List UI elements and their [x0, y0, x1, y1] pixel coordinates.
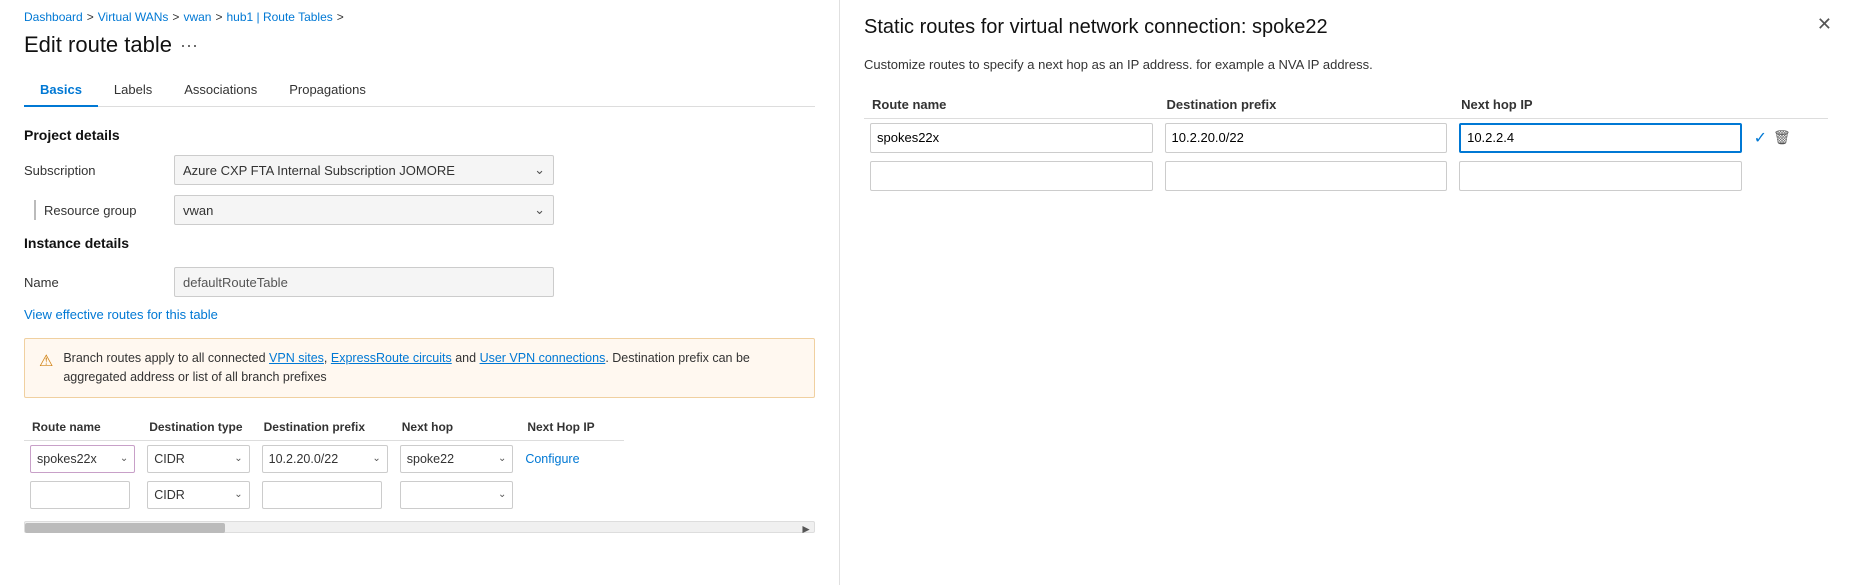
static-next-hop-ip-1[interactable] — [1459, 123, 1742, 153]
subscription-chevron-icon: ⌄ — [534, 162, 545, 178]
resource-group-row: Resource group vwan ⌄ — [24, 195, 815, 225]
tab-propagations[interactable]: Propagations — [273, 74, 382, 107]
next-hop-chevron-icon-1: ⌄ — [498, 453, 506, 464]
instance-details-header: Instance details — [24, 235, 815, 251]
static-table-row — [864, 157, 1828, 195]
more-options-button[interactable]: ··· — [180, 35, 198, 56]
project-details-header: Project details — [24, 127, 815, 143]
dest-type-value-2: CIDR — [154, 488, 230, 502]
tab-labels[interactable]: Labels — [98, 74, 168, 107]
dest-prefix-chevron-icon-1: ⌄ — [372, 453, 380, 464]
breadcrumb-vwan[interactable]: vwan — [183, 10, 211, 24]
breadcrumb: Dashboard > Virtual WANs > vwan > hub1 |… — [24, 10, 815, 24]
col-route-name: Route name — [24, 414, 141, 441]
dest-type-value-1: CIDR — [154, 452, 230, 466]
resource-group-value: vwan — [183, 203, 213, 218]
name-label: Name — [24, 275, 174, 290]
static-col-next-hop-ip: Next hop IP — [1453, 91, 1748, 119]
name-input: defaultRouteTable — [174, 267, 554, 297]
resource-group-label: Resource group — [24, 200, 174, 220]
static-routes-table: Route name Destination prefix Next hop I… — [864, 91, 1828, 195]
scrollbar-thumb[interactable] — [25, 523, 225, 533]
static-route-name-1[interactable] — [870, 123, 1153, 153]
scroll-right-arrow-icon[interactable]: ► — [800, 522, 812, 533]
route-table-container: Route name Destination type Destination … — [24, 414, 815, 533]
warning-text: Branch routes apply to all connected VPN… — [63, 349, 800, 387]
page-title-row: Edit route table ··· — [24, 32, 815, 58]
next-hop-cell-2[interactable]: ⌄ — [400, 481, 514, 509]
row-actions-1: ✓ 🗑 — [1754, 128, 1822, 148]
horizontal-scrollbar[interactable]: ► — [24, 521, 815, 533]
breadcrumb-dashboard[interactable]: Dashboard — [24, 10, 83, 24]
tab-basics[interactable]: Basics — [24, 74, 98, 107]
close-button[interactable]: ✕ — [1817, 14, 1832, 35]
dest-type-chevron-icon-1: ⌄ — [234, 453, 242, 464]
subscription-value: Azure CXP FTA Internal Subscription JOMO… — [183, 163, 455, 178]
col-destination-type: Destination type — [141, 414, 255, 441]
route-name-cell-1[interactable]: spokes22x ⌄ — [30, 445, 135, 473]
subscription-select[interactable]: Azure CXP FTA Internal Subscription JOMO… — [174, 155, 554, 185]
next-hop-cell-1[interactable]: spoke22 ⌄ — [400, 445, 514, 473]
left-panel: Dashboard > Virtual WANs > vwan > hub1 |… — [0, 0, 840, 585]
dest-type-cell-1[interactable]: CIDR ⌄ — [147, 445, 249, 473]
tabs: Basics Labels Associations Propagations — [24, 74, 815, 107]
table-row: CIDR ⌄ ⌄ — [24, 477, 624, 513]
subscription-row: Subscription Azure CXP FTA Internal Subs… — [24, 155, 815, 185]
right-panel: ✕ Static routes for virtual network conn… — [840, 0, 1852, 585]
route-name-chevron-icon-1: ⌄ — [120, 453, 128, 464]
static-col-route-name: Route name — [864, 91, 1159, 119]
tab-associations[interactable]: Associations — [168, 74, 273, 107]
next-hop-value-1: spoke22 — [407, 452, 494, 466]
static-next-hop-ip-2[interactable] — [1459, 161, 1742, 191]
vpn-sites-link[interactable]: VPN sites — [269, 351, 324, 365]
static-route-name-2[interactable] — [870, 161, 1153, 191]
route-name-input-2[interactable] — [30, 481, 130, 509]
subscription-label: Subscription — [24, 163, 174, 178]
name-row: Name defaultRouteTable — [24, 267, 815, 297]
dest-prefix-cell-1[interactable]: 10.2.20.0/22 ⌄ — [262, 445, 388, 473]
warning-box: ⚠ Branch routes apply to all connected V… — [24, 338, 815, 398]
view-effective-routes-link[interactable]: View effective routes for this table — [24, 307, 218, 322]
static-table-row: ✓ 🗑 — [864, 118, 1828, 157]
route-table: Route name Destination type Destination … — [24, 414, 624, 513]
next-hop-chevron-icon-2: ⌄ — [498, 489, 506, 500]
user-vpn-link[interactable]: User VPN connections — [480, 351, 606, 365]
static-dest-prefix-1[interactable] — [1165, 123, 1448, 153]
configure-link-1[interactable]: Configure — [525, 452, 579, 466]
col-next-hop: Next hop — [394, 414, 520, 441]
warning-icon: ⚠ — [39, 350, 53, 374]
dest-type-cell-2[interactable]: CIDR ⌄ — [147, 481, 249, 509]
panel-description: Customize routes to specify a next hop a… — [864, 55, 1828, 75]
col-destination-prefix: Destination prefix — [256, 414, 394, 441]
panel-title: Static routes for virtual network connec… — [864, 16, 1828, 39]
static-dest-prefix-2[interactable] — [1165, 161, 1448, 191]
dest-prefix-input-2[interactable] — [262, 481, 382, 509]
dest-prefix-value-1: 10.2.20.0/22 — [269, 452, 369, 466]
delete-icon-1[interactable]: 🗑 — [1773, 129, 1791, 146]
table-row: spokes22x ⌄ CIDR ⌄ 10.2.20.0/22 ⌄ — [24, 440, 624, 477]
col-next-hop-ip: Next Hop IP — [519, 414, 624, 441]
route-name-value-1: spokes22x — [37, 452, 116, 466]
breadcrumb-virtual-wans[interactable]: Virtual WANs — [98, 10, 169, 24]
breadcrumb-hub1-route-tables[interactable]: hub1 | Route Tables — [226, 10, 332, 24]
static-col-dest-prefix: Destination prefix — [1159, 91, 1454, 119]
confirm-icon-1[interactable]: ✓ — [1754, 128, 1767, 148]
resource-group-select[interactable]: vwan ⌄ — [174, 195, 554, 225]
expressroute-link[interactable]: ExpressRoute circuits — [331, 351, 452, 365]
resource-group-chevron-icon: ⌄ — [534, 202, 545, 218]
dest-type-chevron-icon-2: ⌄ — [234, 489, 242, 500]
page-title: Edit route table — [24, 32, 172, 58]
